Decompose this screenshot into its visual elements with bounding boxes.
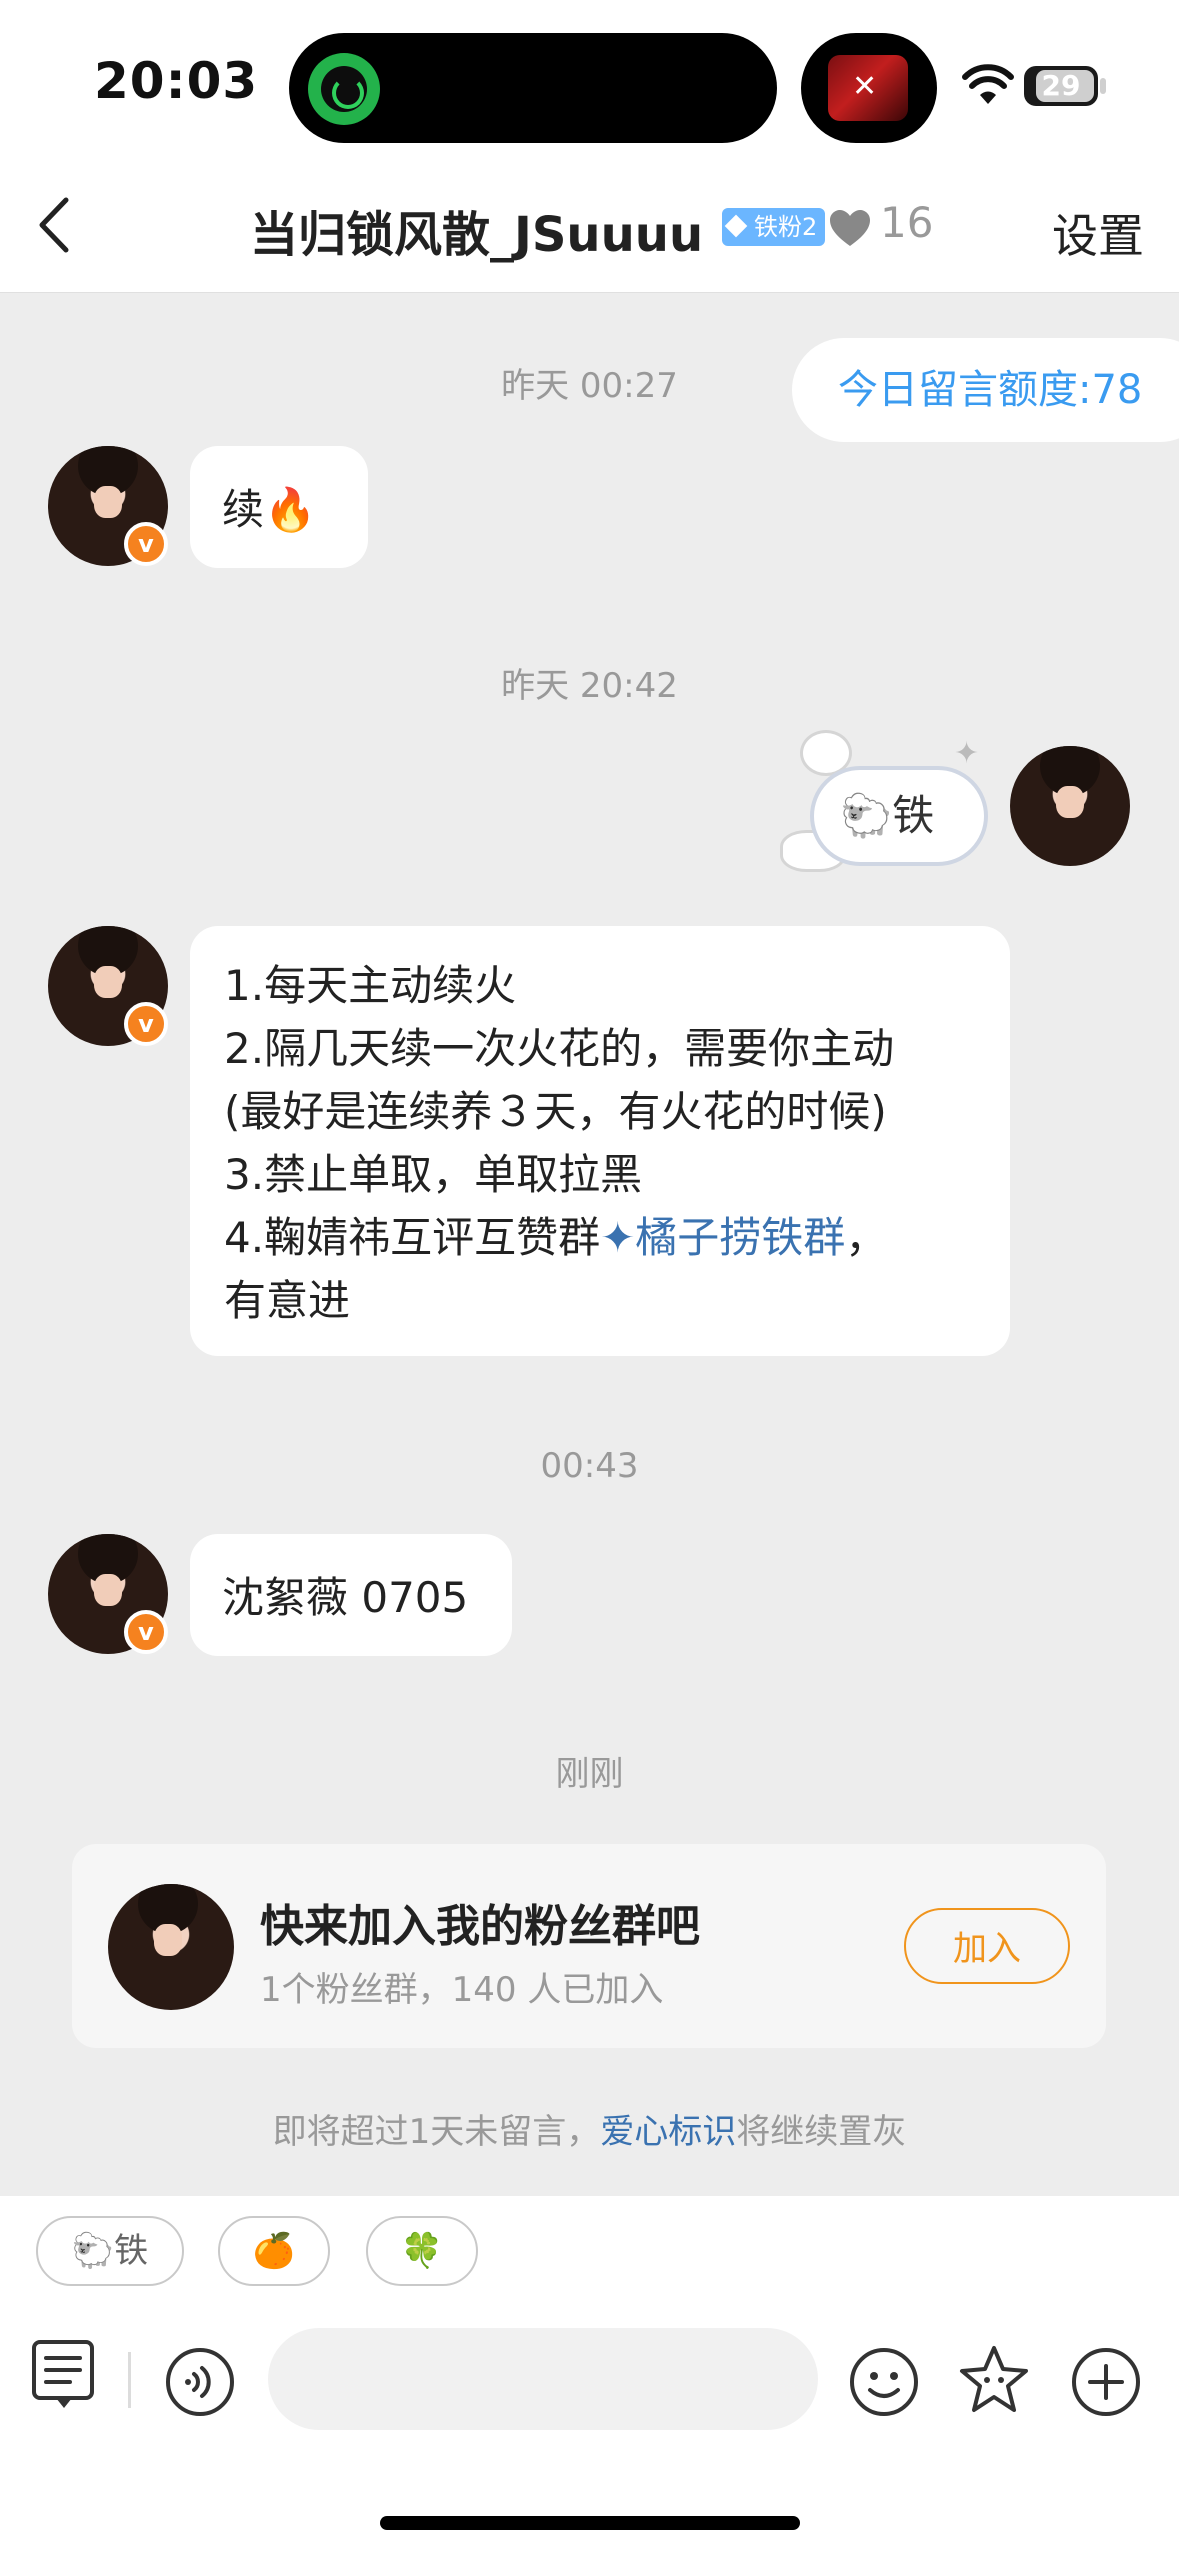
fan-group-title: 快来加入我的粉丝群吧 bbox=[260, 1901, 700, 1952]
wifi-icon bbox=[962, 64, 1014, 104]
fan-level-label: 铁粉2 bbox=[754, 213, 818, 241]
message-line: 2.隔几天续一次火花的，需要你主动 bbox=[224, 1024, 895, 1073]
verified-badge-icon: v bbox=[124, 1002, 168, 1046]
heart-count: 16 bbox=[880, 198, 934, 247]
timestamp: 昨天 20:42 bbox=[501, 666, 678, 706]
timestamp: 刚刚 bbox=[555, 1754, 624, 1794]
message-bubble[interactable]: 沈絮薇 0705 bbox=[190, 1534, 512, 1656]
message-line: 4.鞠婧祎互评互赞群✦橘子捞铁群， bbox=[224, 1213, 888, 1262]
timestamp: 00:43 bbox=[540, 1446, 639, 1486]
group-link-icon: ✦ bbox=[600, 1213, 636, 1262]
music-cover-icon: ✕ bbox=[828, 55, 908, 121]
fan-level-badge: 铁粉2 bbox=[722, 208, 826, 246]
my-avatar[interactable] bbox=[1010, 746, 1130, 866]
message-line: 有意进 bbox=[224, 1276, 351, 1325]
timestamp: 昨天 00:27 bbox=[501, 366, 678, 406]
settings-button[interactable]: 设置 bbox=[1052, 200, 1144, 266]
toolbar-divider bbox=[128, 2352, 131, 2408]
heart-mark-link[interactable]: 爱心标识 bbox=[600, 2112, 736, 2152]
voice-icon[interactable] bbox=[164, 2346, 236, 2418]
message-input[interactable] bbox=[268, 2328, 818, 2430]
header-divider bbox=[0, 292, 1179, 293]
fan-group-avatar bbox=[108, 1884, 234, 2010]
status-time: 20:03 bbox=[94, 52, 259, 110]
fan-group-subtitle: 1个粉丝群，140 人已加入 bbox=[260, 1970, 664, 2010]
back-chevron-icon[interactable] bbox=[32, 196, 76, 254]
message-line: 1.每天主动续火 bbox=[224, 961, 517, 1010]
sticker-icon[interactable] bbox=[956, 2342, 1032, 2418]
quick-reply-chip[interactable]: 🍊 bbox=[218, 2216, 330, 2286]
message-line: 3.禁止单取，单取拉黑 bbox=[224, 1150, 643, 1199]
home-indicator bbox=[380, 2516, 800, 2530]
verified-badge-icon: v bbox=[124, 1610, 168, 1654]
notice-text: 即将超过1天未留言，爱心标识将继续置灰 bbox=[272, 2112, 907, 2152]
verified-badge-icon: v bbox=[124, 522, 168, 566]
join-button[interactable]: 加入 bbox=[904, 1908, 1070, 1984]
battery-level: 29 bbox=[1041, 69, 1081, 102]
heart-icon bbox=[830, 210, 870, 246]
page-title: 当归锁风散_JSuuuu bbox=[250, 207, 704, 263]
call-activity-icon bbox=[308, 53, 380, 125]
battery-icon: 29 bbox=[1024, 66, 1098, 106]
quick-reply-chip[interactable]: 🐑铁 bbox=[36, 2216, 184, 2286]
sparkle-icon: ✦ bbox=[954, 736, 980, 771]
message-bubble[interactable]: 续🔥 bbox=[190, 446, 368, 568]
group-link[interactable]: 橘子捞铁群 bbox=[635, 1213, 845, 1262]
menu-list-icon[interactable] bbox=[30, 2338, 98, 2412]
plus-icon[interactable] bbox=[1070, 2346, 1142, 2418]
quick-reply-chip[interactable]: 🍀 bbox=[366, 2216, 478, 2286]
message-bubble[interactable]: 1.每天主动续火 2.隔几天续一次火花的，需要你主动 (最好是连续养３天，有火花… bbox=[190, 926, 1010, 1356]
message-line: (最好是连续养３天，有火花的时候) bbox=[224, 1087, 887, 1136]
emoji-icon[interactable] bbox=[848, 2346, 920, 2418]
my-message-bubble[interactable]: 🐑铁 bbox=[810, 766, 988, 866]
